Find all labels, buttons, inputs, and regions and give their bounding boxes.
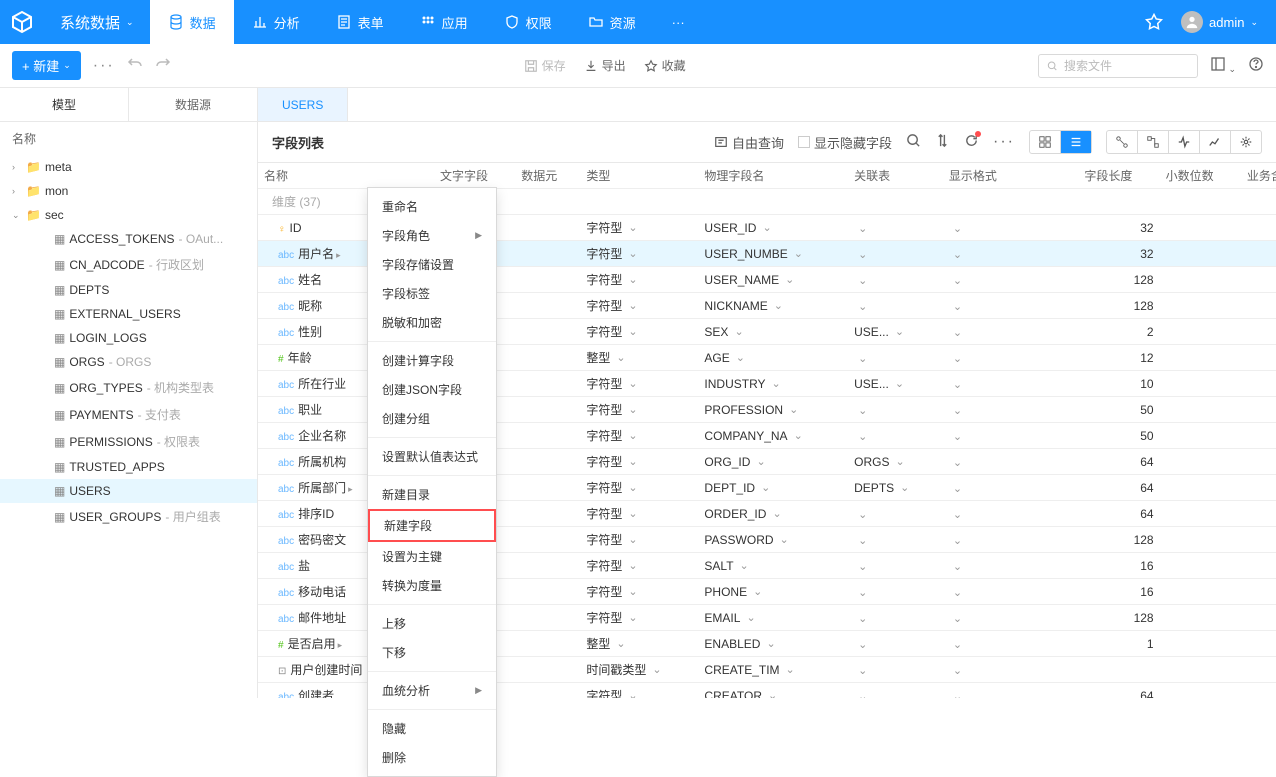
nav-tab-analysis[interactable]: 分析	[234, 0, 318, 44]
col-header[interactable]: 物理字段名	[698, 163, 848, 189]
ctx-字段角色[interactable]: 字段角色▶	[368, 221, 496, 250]
nav-tab-more[interactable]: ···	[654, 0, 703, 44]
tree-item-LOGIN_LOGS[interactable]: ▦ LOGIN_LOGS	[0, 326, 257, 350]
ctx-重命名[interactable]: 重命名	[368, 192, 496, 221]
tree-item-CN_ADCODE[interactable]: ▦ CN_ADCODE - 行政区划	[0, 251, 257, 278]
ctx-删除[interactable]: 删除	[368, 743, 496, 772]
tree-item-TRUSTED_APPS[interactable]: ▦ TRUSTED_APPS	[0, 455, 257, 479]
view-er[interactable]	[1107, 131, 1138, 153]
undo-icon[interactable]	[127, 56, 143, 75]
avatar-icon	[1181, 11, 1203, 33]
view-list[interactable]	[1061, 131, 1091, 153]
nav-tab-data[interactable]: 数据	[150, 0, 234, 44]
nav-tab-permission[interactable]: 权限	[486, 0, 570, 44]
ctx-上移[interactable]: 上移	[368, 609, 496, 638]
view-extra-group	[1106, 130, 1262, 154]
ctx-字段标签[interactable]: 字段标签	[368, 279, 496, 308]
logo	[0, 0, 44, 44]
more-actions[interactable]: ···	[93, 57, 115, 75]
user-menu[interactable]: admin⌄	[1181, 11, 1258, 33]
col-header[interactable]: 小数位数	[1160, 163, 1241, 189]
nav-tab-resource[interactable]: 资源	[570, 0, 654, 44]
tree-item-USER_GROUPS[interactable]: ▦ USER_GROUPS - 用户组表	[0, 503, 257, 530]
tree-item-USERS[interactable]: ▦ USERS	[0, 479, 257, 503]
reorder-icon[interactable]	[935, 133, 950, 151]
ctx-转换为度量[interactable]: 转换为度量	[368, 571, 496, 600]
view-flow[interactable]	[1138, 131, 1169, 153]
free-query-button[interactable]: 自由查询	[714, 133, 784, 152]
show-hidden-checkbox[interactable]: 显示隐藏字段	[798, 133, 892, 152]
top-nav: 系统数据⌄ 数据 分析 表单 应用 权限 资源 ··· admin⌄	[0, 0, 1276, 44]
view-pulse[interactable]	[1169, 131, 1200, 153]
col-header[interactable]: 关联表	[848, 163, 943, 189]
ctx-创建JSON字段[interactable]: 创建JSON字段	[368, 375, 496, 404]
new-button[interactable]: + 新建⌄	[12, 51, 81, 80]
search-icon[interactable]	[906, 133, 921, 151]
sidebar-header: 名称	[0, 122, 257, 155]
save-button[interactable]: 保存	[524, 57, 566, 74]
tree-folder-mon[interactable]: › 📁 mon	[0, 179, 257, 203]
main-tab-users[interactable]: USERS	[258, 88, 348, 121]
tree-item-DEPTS[interactable]: ▦ DEPTS	[0, 278, 257, 302]
ctx-新建目录[interactable]: 新建目录	[368, 480, 496, 509]
sidebar-tab-model[interactable]: 模型	[0, 88, 129, 121]
nav-tab-form[interactable]: 表单	[318, 0, 402, 44]
content-title: 字段列表	[272, 133, 324, 152]
ctx-设置为主键[interactable]: 设置为主键	[368, 542, 496, 571]
layout-icon[interactable]: ⌄	[1210, 56, 1236, 75]
ctx-新建字段[interactable]: 新建字段	[368, 509, 496, 542]
ctx-创建计算字段[interactable]: 创建计算字段	[368, 346, 496, 375]
tree-item-EXTERNAL_USERS[interactable]: ▦ EXTERNAL_USERS	[0, 302, 257, 326]
view-grid[interactable]	[1030, 131, 1061, 153]
tree-item-ACCESS_TOKENS[interactable]: ▦ ACCESS_TOKENS - OAut...	[0, 227, 257, 251]
help-icon[interactable]	[1248, 56, 1264, 75]
sidebar-tab-datasource[interactable]: 数据源	[129, 88, 257, 121]
nav-tab-app[interactable]: 应用	[402, 0, 486, 44]
view-settings[interactable]	[1231, 131, 1261, 153]
ctx-创建分组[interactable]: 创建分组	[368, 404, 496, 433]
col-header[interactable]: 类型	[580, 163, 698, 189]
tree-folder-sec[interactable]: ⌄ 📁 sec	[0, 203, 257, 227]
redo-icon[interactable]	[155, 56, 171, 75]
col-header[interactable]: 字段长度	[1078, 163, 1159, 189]
ctx-隐藏[interactable]: 隐藏	[368, 714, 496, 743]
view-line[interactable]	[1200, 131, 1231, 153]
ctx-血统分析[interactable]: 血统分析▶	[368, 676, 496, 705]
col-header[interactable]: 数据元	[515, 163, 580, 189]
nav-tabs: 数据 分析 表单 应用 权限 资源 ···	[150, 0, 703, 44]
system-name[interactable]: 系统数据⌄	[44, 12, 150, 33]
tree-item-PERMISSIONS[interactable]: ▦ PERMISSIONS - 权限表	[0, 428, 257, 455]
col-header[interactable]: 文字字段	[434, 163, 515, 189]
context-menu: 重命名字段角色▶字段存储设置字段标签脱敏和加密创建计算字段创建JSON字段创建分…	[367, 187, 497, 777]
ctx-脱敏和加密[interactable]: 脱敏和加密	[368, 308, 496, 337]
content-more[interactable]: ···	[993, 133, 1015, 151]
sidebar: 模型 数据源 名称 › 📁 meta› 📁 mon⌄ 📁 sec▦ ACCESS…	[0, 88, 258, 698]
ctx-下移[interactable]: 下移	[368, 638, 496, 667]
ctx-设置默认值表达式[interactable]: 设置默认值表达式	[368, 442, 496, 471]
search-icon	[1047, 60, 1058, 72]
col-header[interactable]: 显示格式	[943, 163, 1078, 189]
favorite-button[interactable]: 收藏	[644, 57, 686, 74]
star-icon[interactable]	[1145, 13, 1163, 31]
toolbar: + 新建⌄ ··· 保存 导出 收藏 ⌄	[0, 44, 1276, 88]
tree-item-ORG_TYPES[interactable]: ▦ ORG_TYPES - 机构类型表	[0, 374, 257, 401]
export-button[interactable]: 导出	[584, 57, 626, 74]
view-mode-group	[1029, 130, 1092, 154]
search-box[interactable]	[1038, 54, 1198, 78]
col-header[interactable]: 名称	[258, 163, 434, 189]
search-input[interactable]	[1064, 59, 1189, 73]
tree-item-ORGS[interactable]: ▦ ORGS - ORGS	[0, 350, 257, 374]
tree-item-PAYMENTS[interactable]: ▦ PAYMENTS - 支付表	[0, 401, 257, 428]
refresh-icon[interactable]	[964, 133, 979, 151]
tree-folder-meta[interactable]: › 📁 meta	[0, 155, 257, 179]
col-header[interactable]: 业务含	[1241, 163, 1276, 189]
ctx-字段存储设置[interactable]: 字段存储设置	[368, 250, 496, 279]
